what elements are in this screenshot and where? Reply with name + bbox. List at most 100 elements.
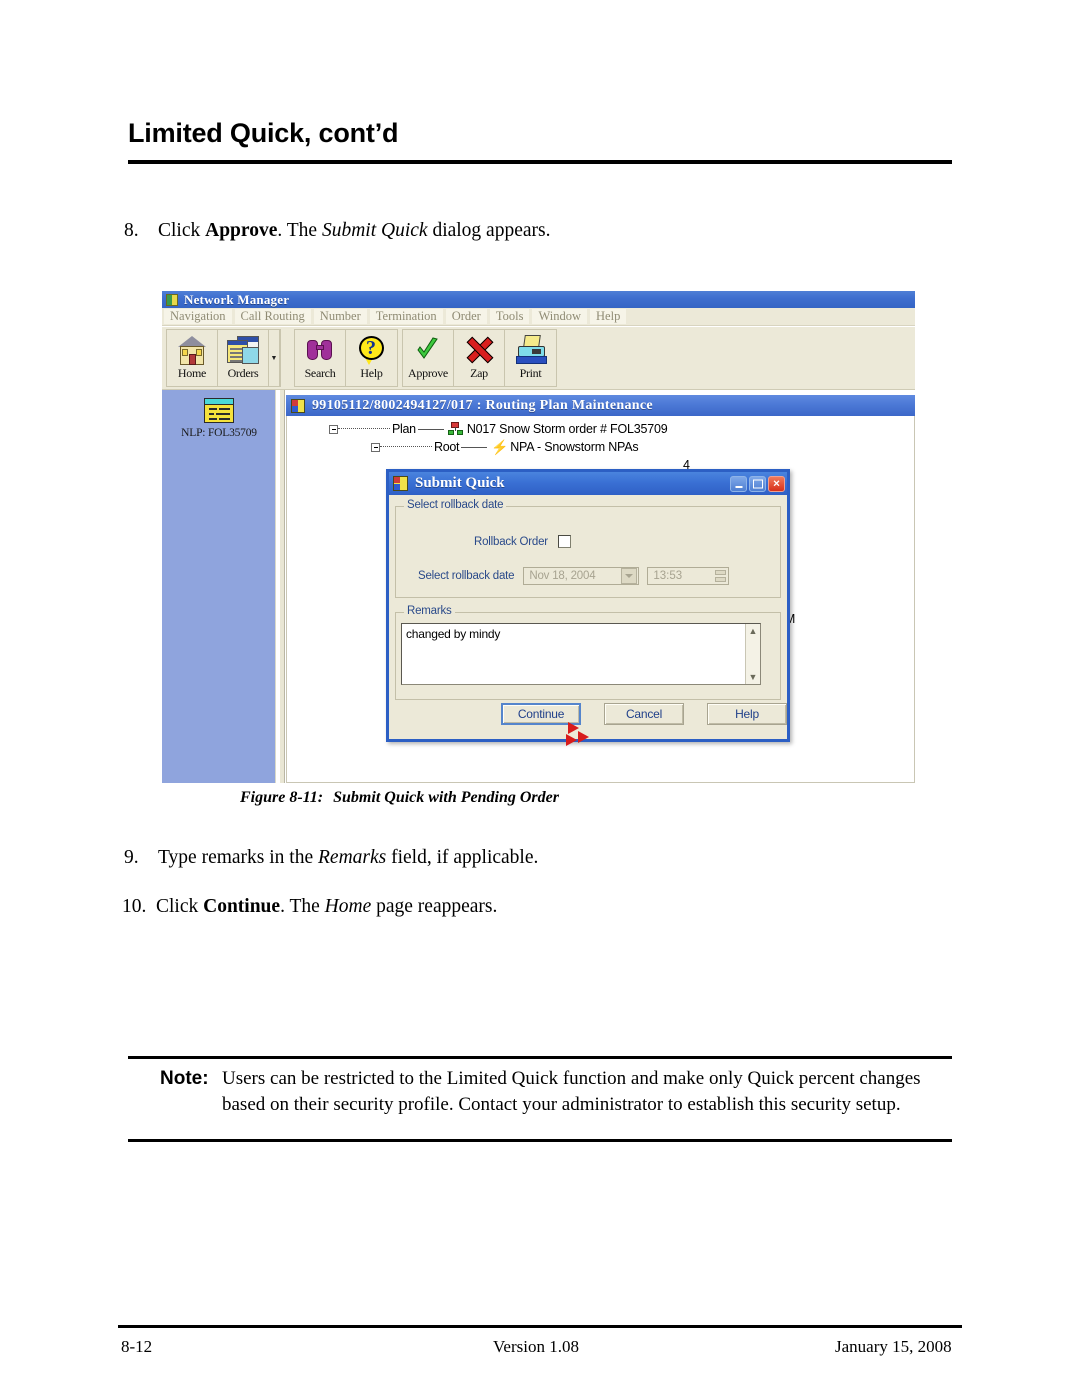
tree-connector bbox=[338, 428, 390, 430]
shortcut-pane: NLP: FOL35709 bbox=[162, 390, 276, 783]
tree-row-root-label: Root bbox=[434, 440, 460, 454]
green-check-icon bbox=[411, 334, 445, 367]
spinner-arrows-icon[interactable] bbox=[713, 568, 727, 584]
step-9-italic: Remarks bbox=[318, 847, 387, 868]
step-8: 8. Click Approve. The Submit Quick dialog… bbox=[124, 220, 550, 242]
note-divider-bottom bbox=[128, 1139, 952, 1142]
menu-item-number[interactable]: Number bbox=[313, 309, 367, 324]
toolbar-button-search[interactable]: Search bbox=[295, 330, 346, 386]
step-9-pre: Type remarks in the bbox=[158, 847, 318, 868]
toolbar-button-home[interactable]: Home bbox=[167, 330, 218, 386]
remarks-input[interactable]: changed by mindy ▲ ▼ bbox=[401, 623, 761, 685]
step-9-post: field, if applicable. bbox=[386, 847, 539, 868]
rollback-time-spinner[interactable]: 13:53 bbox=[647, 567, 730, 585]
toolbar: Home Orders ▼ Search ? Help Approve Zap … bbox=[162, 327, 915, 390]
dialog-title: Submit Quick bbox=[415, 475, 505, 491]
toolbar-button-print[interactable]: Print bbox=[505, 330, 556, 386]
note-body: Users can be restricted to the Limited Q… bbox=[222, 1068, 921, 1115]
menu-item-tools[interactable]: Tools bbox=[489, 309, 530, 324]
toolbar-button-approve[interactable]: Approve bbox=[403, 330, 454, 386]
rollback-date-value: Nov 18, 2004 bbox=[529, 570, 596, 582]
toolbar-button-help-label: Help bbox=[360, 366, 383, 380]
tree-expander-icon[interactable] bbox=[371, 442, 380, 452]
printer-icon bbox=[514, 334, 548, 367]
dialog-title-bar[interactable]: Submit Quick ✕ bbox=[389, 472, 787, 495]
step-10-pre: Click bbox=[156, 896, 204, 917]
note-label: Note: bbox=[160, 1068, 209, 1089]
toolbar-button-orders[interactable]: Orders bbox=[218, 330, 269, 386]
toolbar-button-zap[interactable]: Zap bbox=[454, 330, 505, 386]
cancel-button[interactable]: Cancel bbox=[604, 703, 685, 725]
remarks-value: changed by mindy bbox=[406, 627, 501, 641]
network-manager-icon bbox=[166, 293, 178, 306]
dialog-button-row: Continue Cancel Help bbox=[389, 703, 787, 725]
footer-date: January 15, 2008 bbox=[835, 1337, 952, 1356]
maximize-icon[interactable] bbox=[749, 475, 766, 492]
scroll-up-icon[interactable]: ▲ bbox=[746, 624, 760, 638]
menu-item-window[interactable]: Window bbox=[532, 309, 588, 324]
rollback-order-row: Rollback Order bbox=[474, 535, 571, 548]
menu-item-help[interactable]: Help bbox=[590, 309, 627, 324]
mdi-left-strip bbox=[280, 390, 285, 783]
remarks-group: Remarks changed by mindy ▲ ▼ bbox=[395, 605, 781, 700]
tree-connector-line bbox=[461, 446, 488, 448]
toolbar-button-print-label: Print bbox=[519, 366, 542, 380]
menu-bar: Navigation Call Routing Number Terminati… bbox=[162, 308, 915, 326]
menu-item-call-routing[interactable]: Call Routing bbox=[234, 309, 311, 324]
step-8-bold: Approve bbox=[205, 220, 278, 241]
menu-item-termination[interactable]: Termination bbox=[369, 309, 443, 324]
rollback-order-checkbox[interactable] bbox=[557, 535, 571, 548]
tree-expander-icon[interactable] bbox=[329, 424, 338, 434]
node-tree-icon bbox=[447, 422, 463, 436]
toolbar-button-search-label: Search bbox=[304, 366, 336, 380]
figure-caption: Figure 8-11: Submit Quick with Pending Or… bbox=[240, 789, 559, 807]
select-rollback-date-row: Select rollback date Nov 18, 2004 13:53 bbox=[418, 567, 730, 585]
rollback-date-group: Select rollback date Rollback Order Sele… bbox=[395, 499, 781, 598]
remarks-scrollbar[interactable]: ▲ ▼ bbox=[745, 624, 760, 684]
minimize-icon[interactable] bbox=[730, 475, 747, 492]
step-8-mid: . The bbox=[277, 220, 322, 241]
footer-divider bbox=[118, 1325, 962, 1328]
toolbar-button-home-label: Home bbox=[177, 366, 207, 380]
chevron-down-icon[interactable] bbox=[621, 568, 638, 584]
documents-icon bbox=[226, 334, 260, 367]
page-title: Limited Quick, cont’d bbox=[128, 118, 399, 148]
routing-plan-window-icon bbox=[291, 398, 305, 413]
tree-row-plan[interactable]: Plan N017 Snow Storm order # FOL35709 bbox=[329, 422, 668, 436]
app-window-title: Network Manager bbox=[184, 291, 290, 307]
menu-item-order[interactable]: Order bbox=[445, 309, 487, 324]
help-button[interactable]: Help bbox=[707, 703, 787, 725]
chevron-down-icon[interactable]: ▼ bbox=[269, 330, 280, 386]
lightning-bolt-icon: ⚡ bbox=[491, 439, 509, 455]
step-8-pre: Click bbox=[158, 220, 206, 241]
step-10-number: 10. bbox=[122, 896, 147, 917]
menu-item-navigation[interactable]: Navigation bbox=[164, 309, 232, 324]
select-rollback-date-label: Select rollback date bbox=[418, 570, 515, 582]
rollback-order-label: Rollback Order bbox=[474, 535, 548, 548]
step-9: 9. Type remarks in the Remarks field, if … bbox=[124, 847, 538, 869]
mdi-window-title: 99105112/8002494127/017 : Routing Plan M… bbox=[312, 397, 653, 413]
tree-row-root[interactable]: Root ⚡ NPA - Snowstorm NPAs bbox=[371, 439, 639, 455]
question-balloon-icon: ? bbox=[355, 334, 389, 367]
tree-connector-line bbox=[417, 428, 444, 430]
step-10-bold: Continue bbox=[203, 896, 281, 917]
mdi-title-bar[interactable]: 99105112/8002494127/017 : Routing Plan M… bbox=[286, 395, 915, 416]
toolbar-group-navigation: Home Orders ▼ bbox=[166, 329, 281, 387]
note-block: Note: Users can be restricted to the Lim… bbox=[160, 1066, 942, 1118]
toolbar-group-actions: Approve Zap Print bbox=[402, 329, 557, 387]
toolbar-button-help[interactable]: ? Help bbox=[346, 330, 397, 386]
shortcut-item-nlp[interactable]: NLP: FOL35709 bbox=[162, 398, 276, 439]
tree-connector bbox=[380, 446, 432, 448]
submit-quick-icon bbox=[393, 476, 408, 491]
binoculars-icon bbox=[303, 334, 337, 367]
scroll-down-icon[interactable]: ▼ bbox=[746, 670, 760, 684]
rollback-date-combo[interactable]: Nov 18, 2004 bbox=[523, 567, 640, 585]
rollback-time-value: 13:53 bbox=[653, 570, 683, 582]
close-icon[interactable]: ✕ bbox=[768, 475, 785, 492]
step-8-italic: Submit Quick bbox=[321, 220, 428, 241]
toolbar-group-tools: Search ? Help bbox=[294, 329, 398, 387]
tree-row-root-text: NPA - Snowstorm NPAs bbox=[510, 440, 639, 454]
remarks-group-title: Remarks bbox=[404, 605, 455, 617]
step-8-number: 8. bbox=[124, 220, 139, 241]
footer-version: Version 1.08 bbox=[493, 1337, 579, 1356]
